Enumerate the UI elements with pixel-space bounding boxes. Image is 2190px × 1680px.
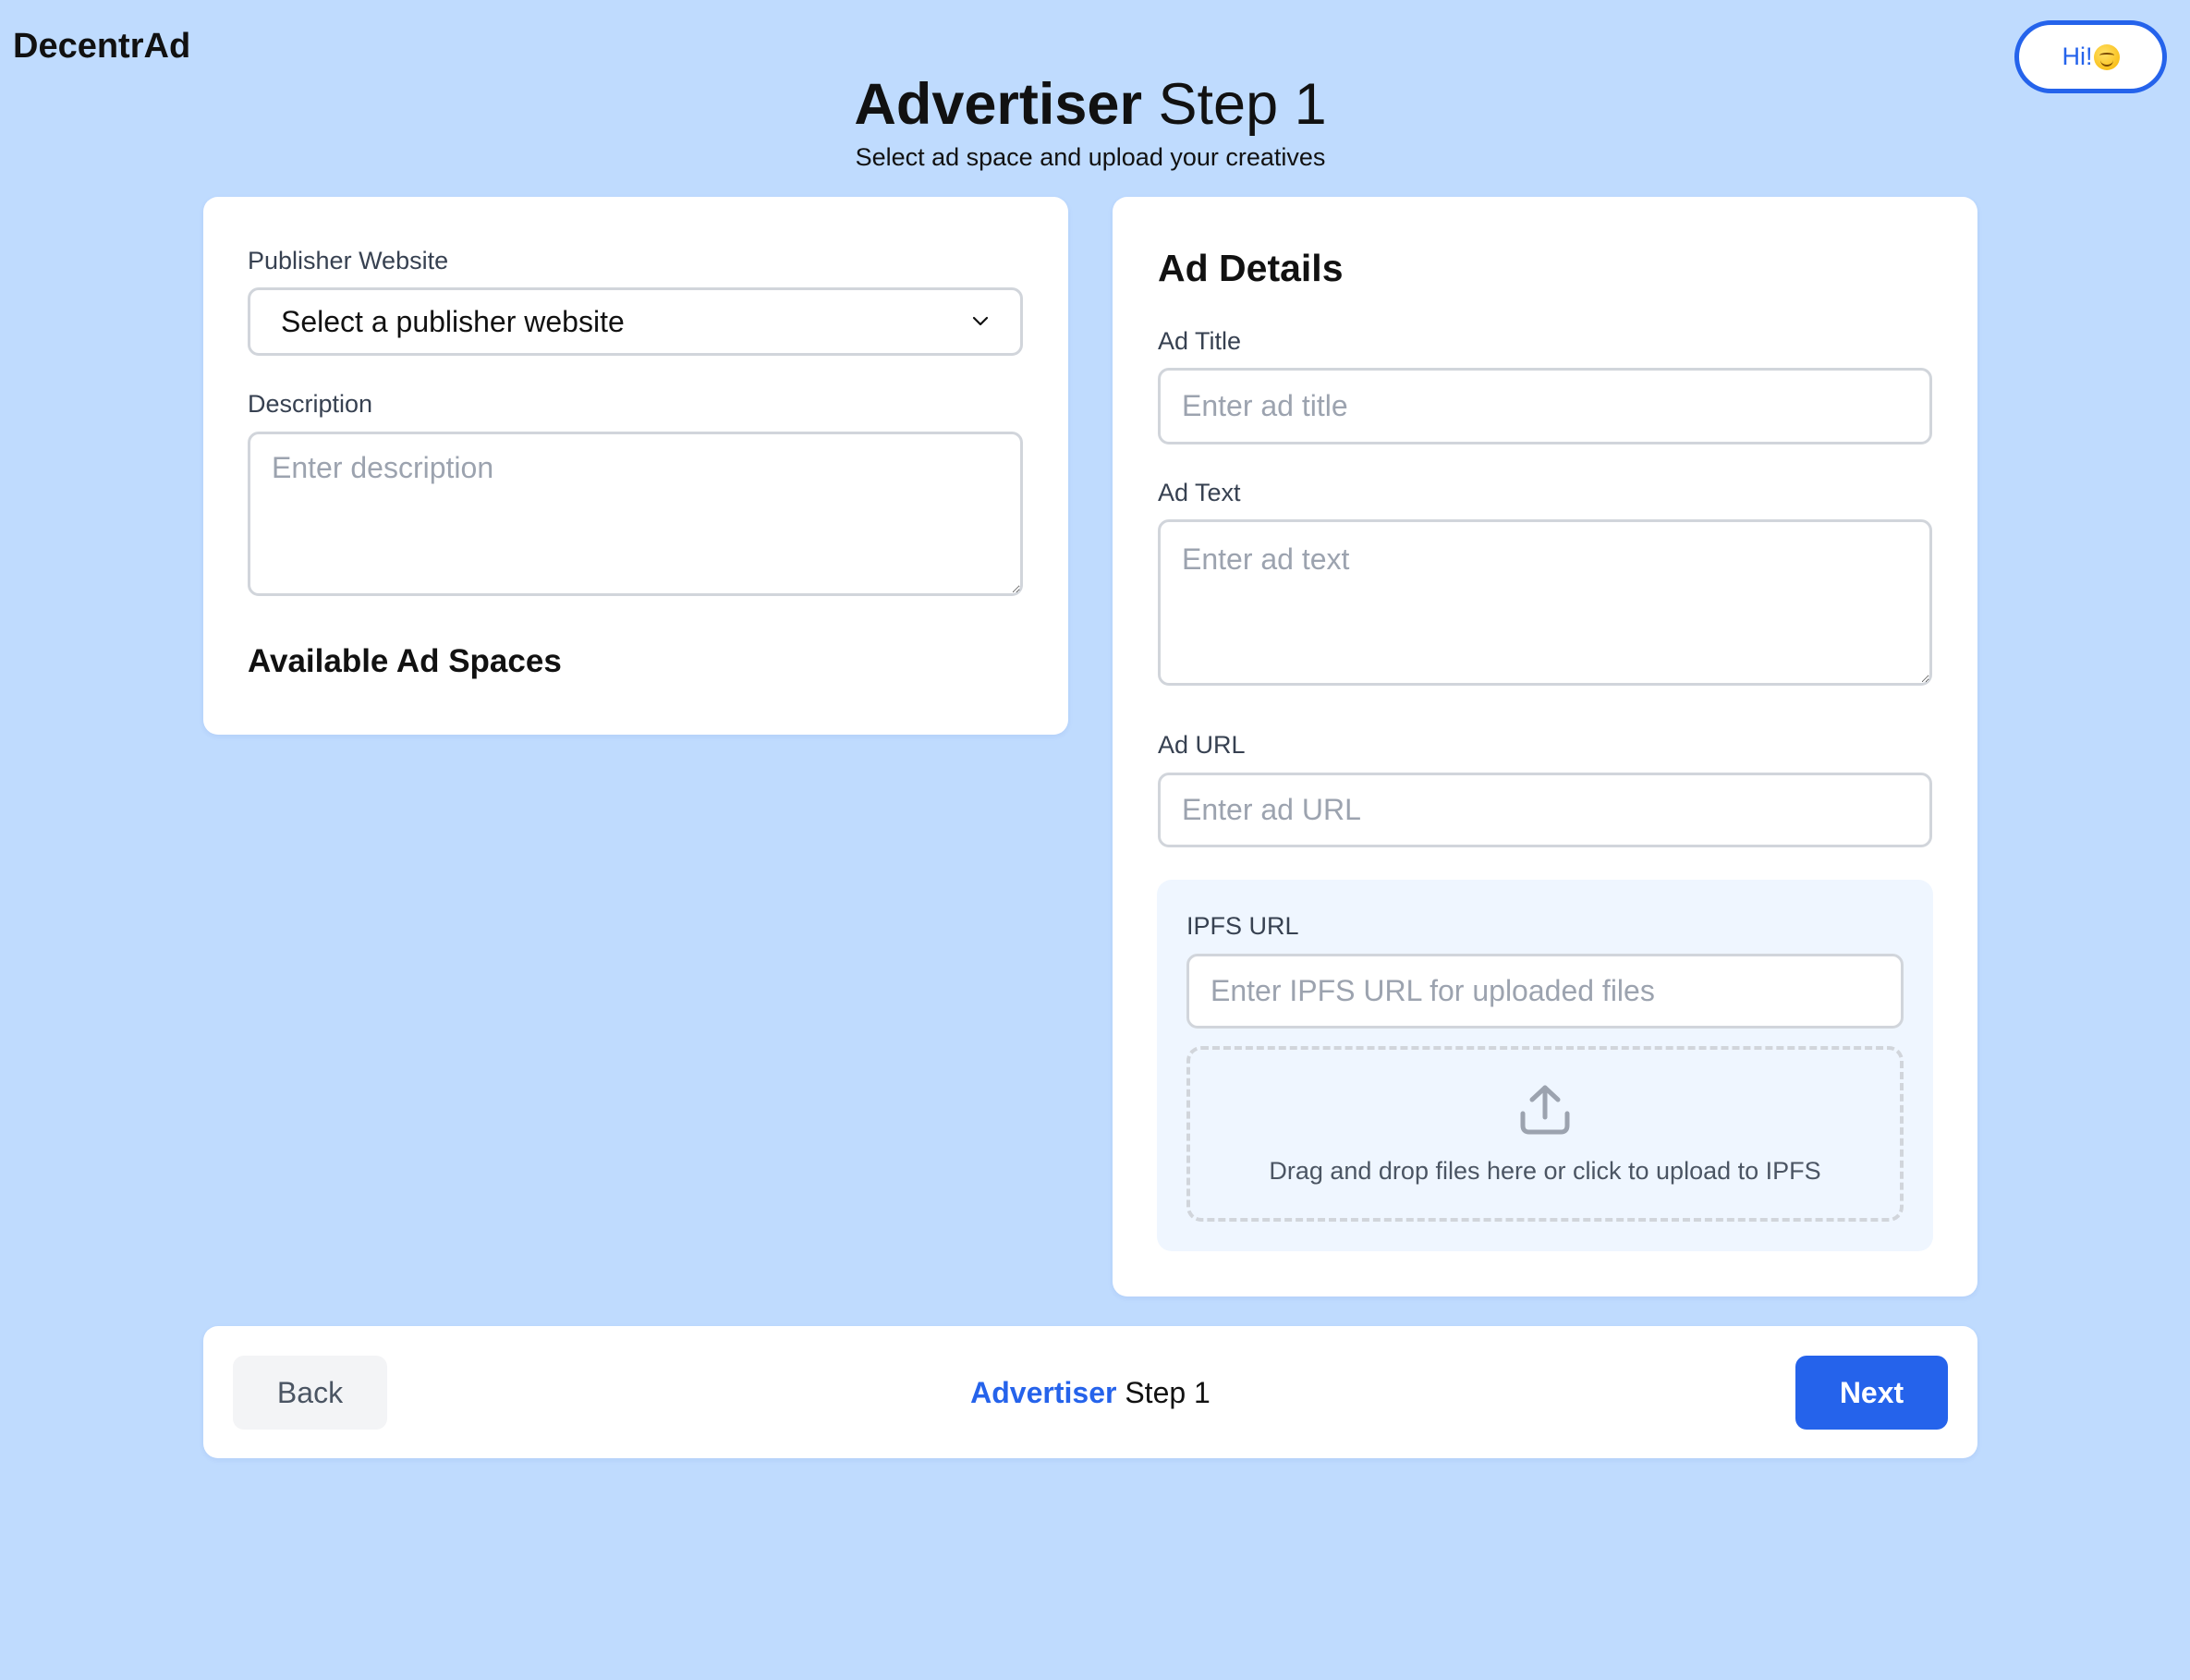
page-subtitle: Select ad space and upload your creative…	[855, 143, 1326, 171]
step-indicator-step: Step 1	[1116, 1376, 1211, 1409]
description-textarea[interactable]	[248, 432, 1023, 596]
step-indicator: Advertiser Step 1	[203, 1372, 1977, 1413]
description-label: Description	[248, 390, 373, 418]
publisher-website-select[interactable]: Select a publisher website	[248, 287, 1023, 356]
page-title-role: Advertiser	[854, 72, 1142, 137]
page-title: Advertiser Step 1	[0, 70, 2181, 139]
dropzone-text: Drag and drop files here or click to upl…	[1269, 1156, 1821, 1185]
chevron-down-icon	[972, 316, 989, 326]
smiley-emoji-icon	[2093, 43, 2120, 70]
page-title-step: Step 1	[1142, 72, 1327, 137]
ipfs-url-input[interactable]	[1186, 954, 1904, 1029]
ad-title-input[interactable]	[1158, 368, 1932, 444]
upload-icon	[1520, 1085, 1570, 1134]
ad-details-heading: Ad Details	[1158, 247, 1344, 289]
ad-text-textarea[interactable]	[1158, 519, 1932, 686]
brand-logo[interactable]: DecentrAd	[13, 22, 190, 70]
greeting-label: Hi!	[2062, 43, 2093, 70]
ad-title-label: Ad Title	[1158, 327, 1242, 355]
ad-url-input[interactable]	[1158, 773, 1932, 847]
publisher-select-value: Select a publisher website	[281, 304, 625, 338]
available-ad-spaces-heading: Available Ad Spaces	[248, 643, 562, 679]
next-button[interactable]: Next	[1795, 1356, 1948, 1430]
ad-url-label: Ad URL	[1158, 731, 1246, 759]
ipfs-url-label: IPFS URL	[1186, 912, 1299, 940]
ipfs-upload-dropzone[interactable]: Drag and drop files here or click to upl…	[1186, 1046, 1904, 1222]
ad-text-label: Ad Text	[1158, 479, 1241, 506]
step-indicator-role: Advertiser	[970, 1376, 1117, 1409]
publisher-website-label: Publisher Website	[248, 247, 449, 274]
